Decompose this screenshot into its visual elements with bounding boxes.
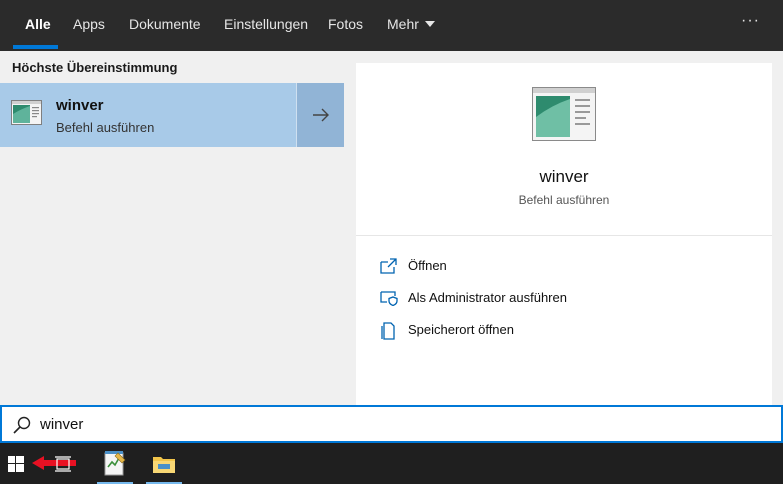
- action-label: Als Administrator ausführen: [408, 290, 567, 305]
- tab-all[interactable]: Alle: [25, 0, 51, 51]
- notepad-app-icon[interactable]: [95, 443, 135, 484]
- section-title: Höchste Übereinstimmung: [12, 60, 178, 75]
- search-icon: [13, 416, 31, 434]
- taskbar: [0, 443, 783, 484]
- arrow-right-icon: [313, 108, 329, 122]
- action-open-file-location[interactable]: Speicherort öffnen: [380, 319, 530, 341]
- results-panel: Höchste Übereinstimmung winver Befehl au…: [0, 51, 344, 405]
- divider: [356, 235, 772, 236]
- action-run-as-admin[interactable]: Als Administrator ausführen: [380, 287, 580, 309]
- active-tab-indicator: [13, 45, 58, 49]
- result-subtitle: Befehl ausführen: [56, 120, 155, 135]
- winver-large-icon: [532, 87, 596, 141]
- run-as-admin-icon: [380, 291, 398, 306]
- file-location-icon: [381, 322, 395, 340]
- tab-photos[interactable]: Fotos: [328, 0, 363, 51]
- search-query: winver: [40, 416, 84, 433]
- open-icon: [380, 258, 397, 274]
- folder-glyph-icon: [153, 457, 175, 473]
- search-scope-tabs: Alle Apps Dokumente Einstellungen Fotos …: [0, 0, 783, 51]
- result-title: winver: [56, 97, 104, 114]
- right-margin: [772, 51, 783, 405]
- best-match-result[interactable]: winver Befehl ausführen: [0, 83, 296, 147]
- tab-settings[interactable]: Einstellungen: [224, 0, 308, 51]
- task-view-icon[interactable]: [54, 456, 72, 472]
- tab-more-label: Mehr: [387, 16, 419, 32]
- action-label: Öffnen: [408, 258, 447, 273]
- expand-details-button[interactable]: [296, 83, 344, 147]
- detail-title: winver: [539, 167, 589, 186]
- action-label: Speicherort öffnen: [408, 322, 514, 337]
- tab-more[interactable]: Mehr: [387, 0, 435, 51]
- windows-start-icon[interactable]: [8, 456, 24, 472]
- ellipsis-icon[interactable]: ···: [741, 12, 760, 30]
- detail-subtitle: Befehl ausführen: [518, 193, 610, 207]
- details-panel: winver Befehl ausführen Öffnen Als Admin…: [356, 63, 772, 405]
- file-explorer-icon[interactable]: [144, 443, 184, 484]
- winver-app-icon: [11, 100, 42, 125]
- chevron-down-icon: [424, 21, 435, 27]
- notepad-glyph-icon: [104, 451, 126, 476]
- tab-documents[interactable]: Dokumente: [129, 0, 201, 51]
- panel-gap: [344, 51, 356, 405]
- tab-apps[interactable]: Apps: [73, 0, 105, 51]
- action-open[interactable]: Öffnen: [380, 255, 500, 277]
- search-input[interactable]: winver: [0, 405, 783, 443]
